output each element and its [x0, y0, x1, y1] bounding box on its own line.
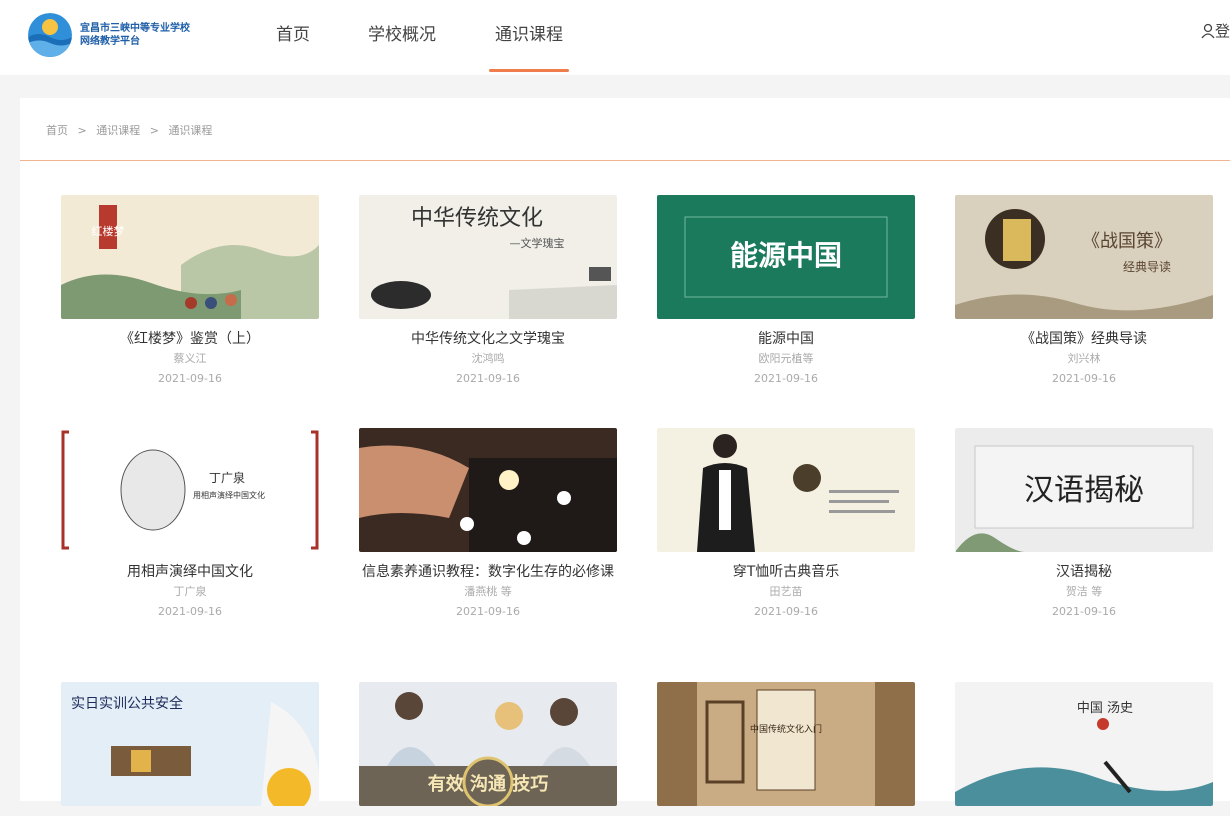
thumb-caption: 《战国策》: [1082, 231, 1172, 252]
thumb-caption: 丁广泉: [209, 471, 245, 485]
course-title[interactable]: 穿T恤听古典音乐: [657, 562, 915, 582]
thumb-caption: 红楼梦: [92, 224, 125, 238]
breadcrumb-divider: [20, 160, 1230, 161]
nav-home[interactable]: 首页: [273, 20, 313, 72]
course-title[interactable]: 能源中国: [657, 329, 915, 349]
breadcrumb-courses[interactable]: 通识课程: [96, 124, 140, 137]
course-title[interactable]: 信息素养通识教程：数字化生存的必修课: [359, 562, 617, 582]
breadcrumb-current: 通识课程: [168, 124, 213, 137]
course-title[interactable]: 汉语揭秘: [955, 562, 1213, 582]
breadcrumb-home[interactable]: 首页: [46, 124, 68, 137]
course-date: 2021-09-16: [456, 372, 520, 385]
course-date: 2021-09-16: [158, 605, 222, 618]
thumb-caption: 中华传统文化: [411, 206, 543, 231]
course-thumbnail[interactable]: 《战国策》 经典导读: [955, 195, 1213, 319]
course-title[interactable]: 《战国策》经典导读: [955, 329, 1213, 349]
course-card[interactable]: 有效 沟通 技巧: [359, 682, 617, 816]
login-label: 登: [1214, 22, 1230, 40]
course-author: 贺洁 等: [1065, 585, 1103, 598]
course-thumbnail[interactable]: 中国传统文化入门: [657, 682, 915, 806]
course-author: 欧阳元植等: [758, 352, 814, 365]
thumb-subcaption: —文学瑰宝: [510, 236, 565, 250]
course-card[interactable]: 中国传统文化入门: [657, 682, 915, 816]
content-panel: 首页 > 通识课程 > 通识课程 红楼梦 《红楼梦》鉴赏（上） 蔡义江 2021…: [20, 98, 1230, 806]
course-thumbnail[interactable]: 红楼梦: [61, 195, 319, 319]
course-thumbnail[interactable]: 汉语揭秘: [955, 428, 1213, 552]
thumb-caption: 中国 汤史: [1077, 701, 1133, 716]
course-card[interactable]: 红楼梦 《红楼梦》鉴赏（上） 蔡义江 2021-09-16: [61, 195, 319, 387]
course-card[interactable]: 汉语揭秘 汉语揭秘 贺洁 等 2021-09-16: [955, 428, 1213, 620]
course-thumbnail[interactable]: [359, 428, 617, 552]
thumb-caption: 能源中国: [730, 239, 842, 272]
school-logo[interactable]: 宜昌市三峡中等专业学校 网络教学平台: [28, 12, 228, 58]
course-author: 潘燕桃 等: [464, 585, 512, 598]
course-card[interactable]: 实日实训公共安全: [61, 682, 319, 816]
course-thumbnail[interactable]: 中国 汤史: [955, 682, 1213, 806]
course-card[interactable]: 《战国策》 经典导读 《战国策》经典导读 刘兴林 2021-09-16: [955, 195, 1213, 387]
course-card[interactable]: 中华传统文化 —文学瑰宝 中华传统文化之文学瑰宝 沈鸿鸣 2021-09-16: [359, 195, 617, 387]
thumb-caption: 中国传统文化入门: [750, 723, 822, 735]
course-author: 田艺苗: [769, 585, 803, 598]
thumb-caption: 实日实训公共安全: [71, 695, 183, 712]
nav-school-overview[interactable]: 学校概况: [362, 20, 442, 72]
logo-line-2: 网络教学平台: [80, 36, 140, 47]
course-date: 2021-09-16: [456, 605, 520, 618]
thumb-subcaption: 经典导读: [1123, 260, 1171, 274]
course-card[interactable]: 穿T恤听古典音乐 田艺苗 2021-09-16: [657, 428, 915, 620]
top-header: 宜昌市三峡中等专业学校 网络教学平台 首页 学校概况 通识课程 登: [0, 0, 1230, 75]
course-card[interactable]: 中国 汤史: [955, 682, 1213, 816]
course-card[interactable]: 能源中国 能源中国 欧阳元植等 2021-09-16: [657, 195, 915, 387]
course-thumbnail[interactable]: 有效 沟通 技巧: [359, 682, 617, 806]
thumb-caption: 有效 沟通 技巧: [428, 773, 549, 795]
logo-emblem-icon: [28, 13, 72, 57]
course-author: 沈鸿鸣: [471, 352, 505, 365]
logo-line-1: 宜昌市三峡中等专业学校: [80, 23, 190, 34]
breadcrumb-separator: >: [77, 124, 87, 137]
course-author: 蔡义江: [173, 352, 207, 365]
course-date: 2021-09-16: [754, 605, 818, 618]
course-thumbnail[interactable]: 中华传统文化 —文学瑰宝: [359, 195, 617, 319]
course-thumbnail[interactable]: 实日实训公共安全: [61, 682, 319, 806]
course-thumbnail[interactable]: 丁广泉 用相声演绎中国文化: [61, 428, 319, 552]
course-date: 2021-09-16: [1052, 605, 1116, 618]
course-thumbnail[interactable]: 能源中国: [657, 195, 915, 319]
thumb-subcaption: 用相声演绎中国文化: [193, 490, 265, 500]
login-link[interactable]: 登: [1201, 20, 1230, 41]
breadcrumb: 首页 > 通识课程 > 通识课程: [46, 122, 218, 138]
logo-text: 宜昌市三峡中等专业学校 网络教学平台: [80, 22, 190, 48]
user-icon: [1201, 23, 1215, 38]
course-title[interactable]: 《红楼梦》鉴赏（上）: [61, 329, 319, 349]
course-date: 2021-09-16: [1052, 372, 1116, 385]
course-title[interactable]: 用相声演绎中国文化: [61, 562, 319, 582]
nav-general-courses[interactable]: 通识课程: [489, 20, 569, 72]
course-thumbnail[interactable]: [657, 428, 915, 552]
course-title[interactable]: 中华传统文化之文学瑰宝: [359, 329, 617, 349]
course-author: 丁广泉: [173, 585, 207, 598]
course-date: 2021-09-16: [158, 372, 222, 385]
breadcrumb-separator: >: [149, 124, 159, 137]
course-card[interactable]: 信息素养通识教程：数字化生存的必修课 潘燕桃 等 2021-09-16: [359, 428, 617, 620]
course-date: 2021-09-16: [754, 372, 818, 385]
course-card[interactable]: 丁广泉 用相声演绎中国文化 用相声演绎中国文化 丁广泉 2021-09-16: [61, 428, 319, 620]
thumb-caption: 汉语揭秘: [1024, 473, 1144, 508]
course-author: 刘兴林: [1067, 352, 1101, 365]
